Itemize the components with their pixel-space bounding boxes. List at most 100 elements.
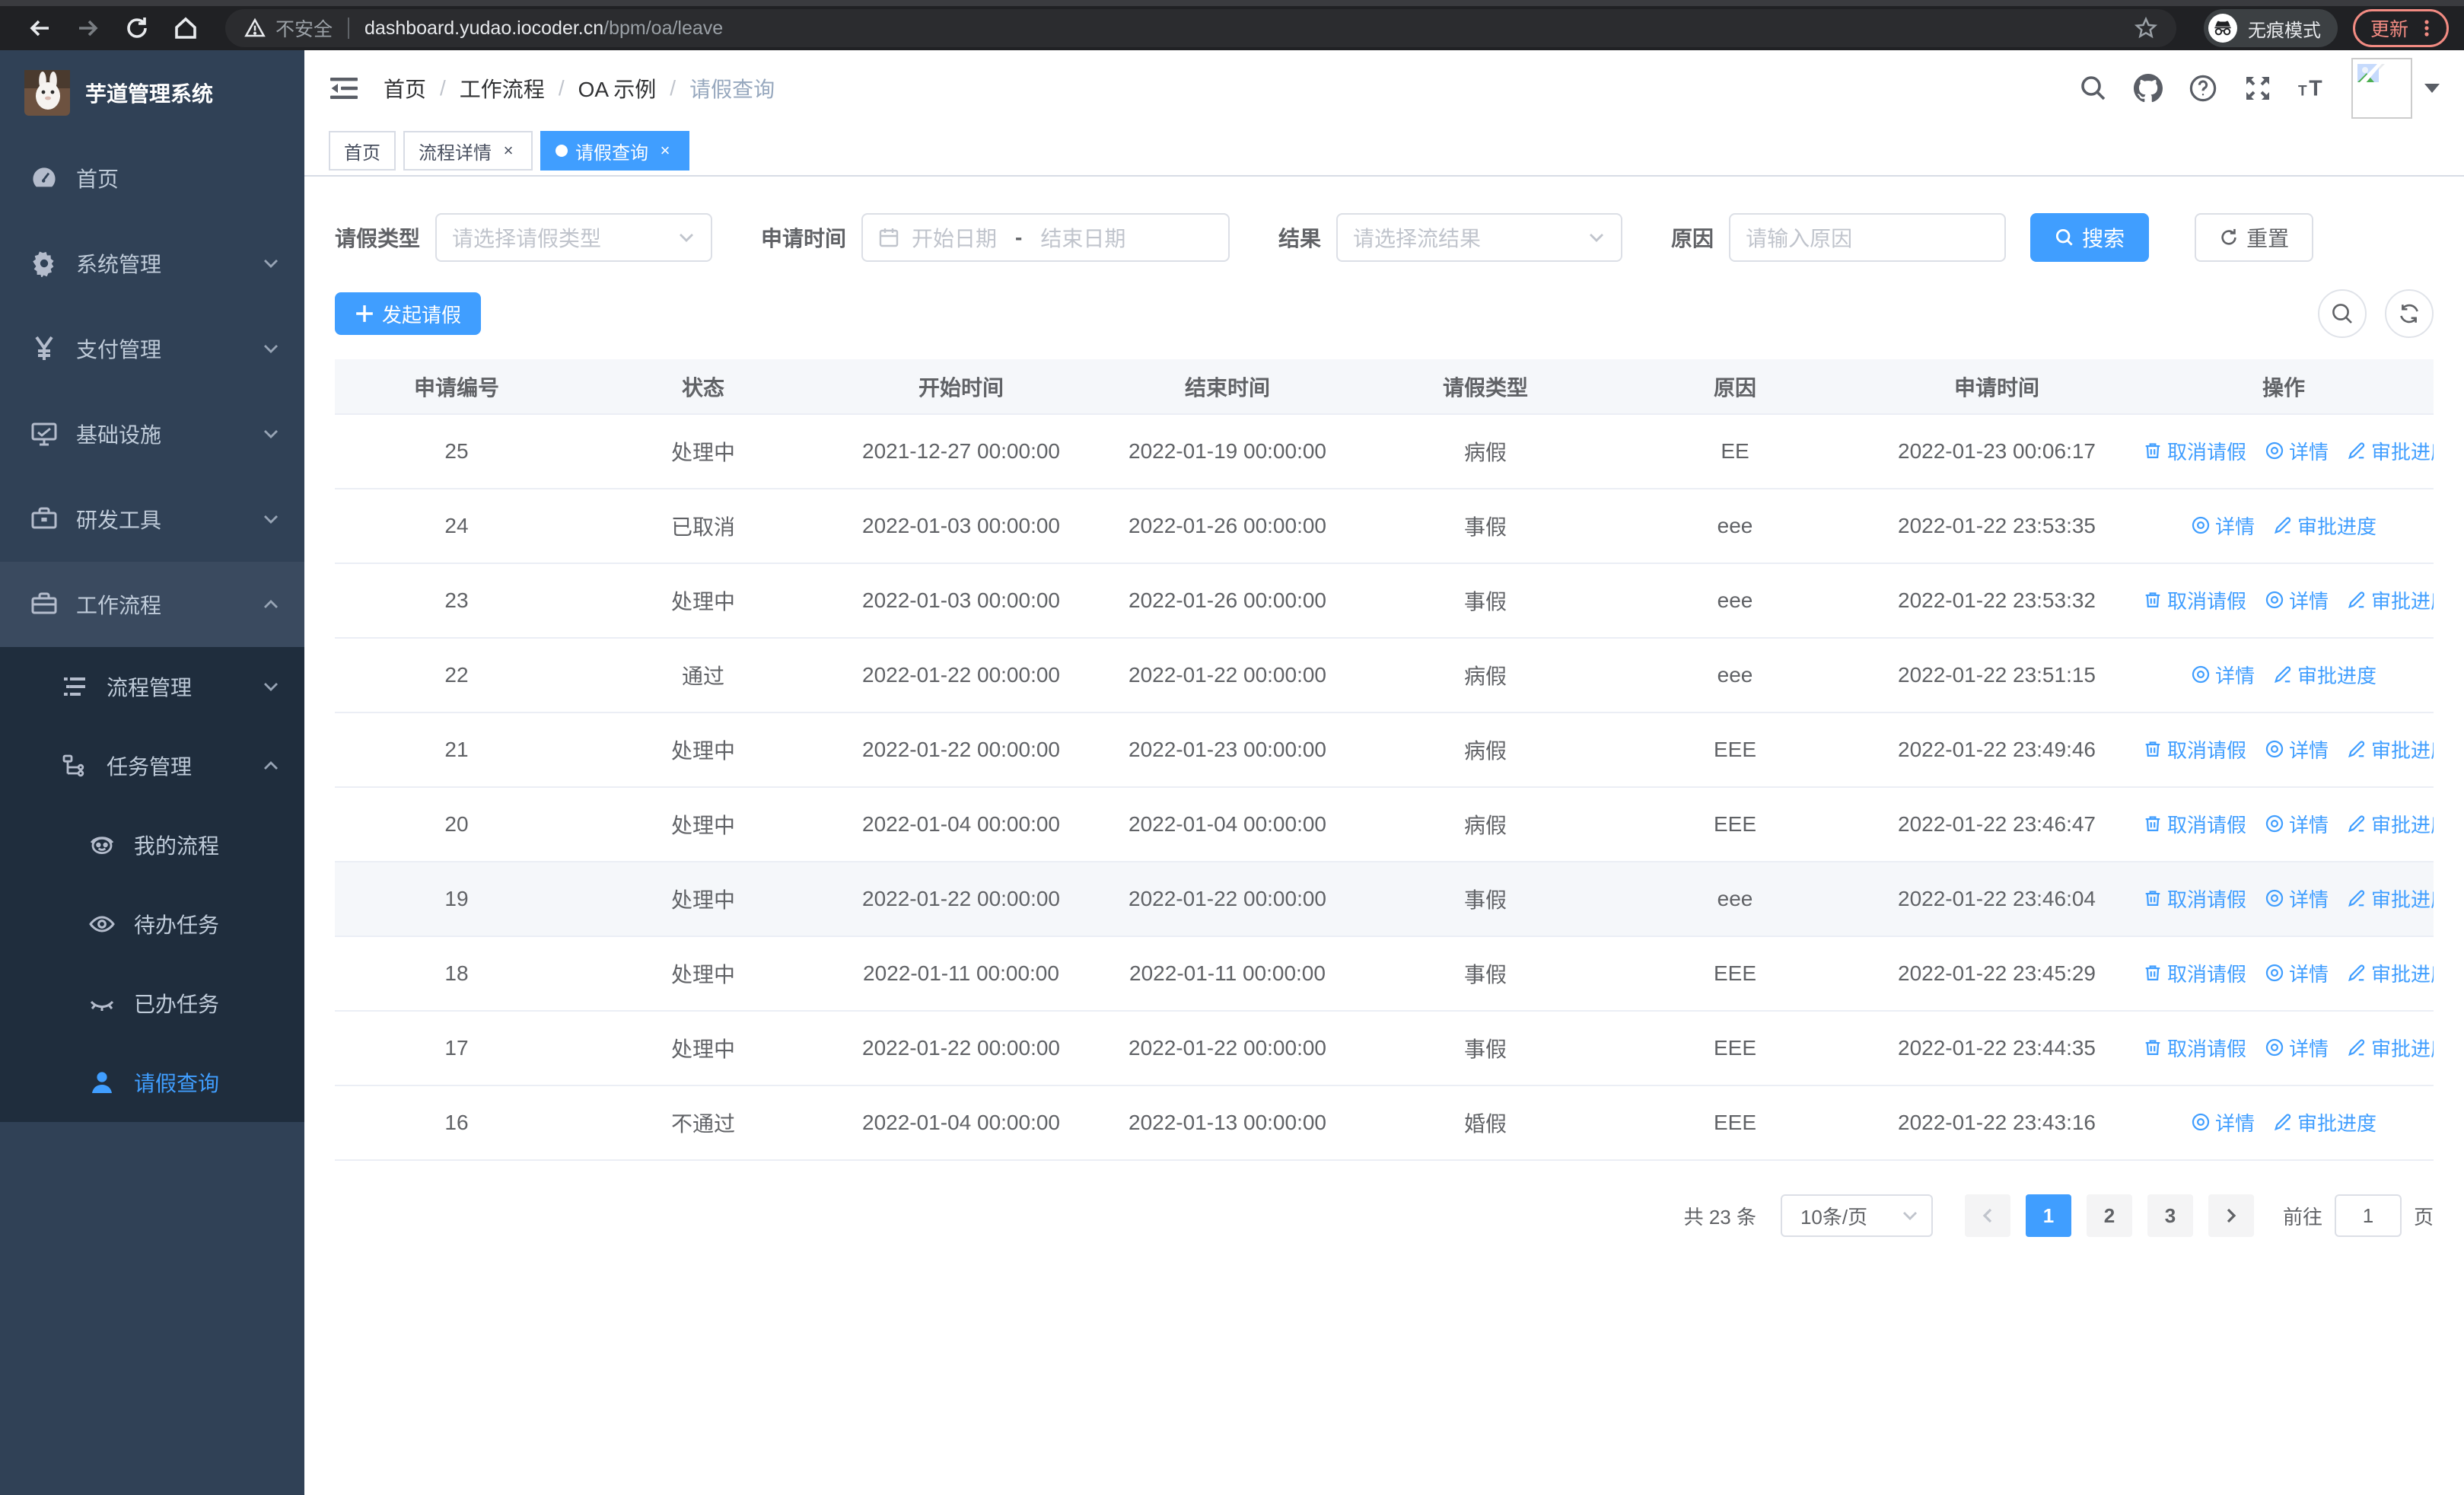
page-button-2[interactable]: 2: [2086, 1194, 2132, 1237]
github-icon[interactable]: [2134, 74, 2163, 103]
goto-page-input[interactable]: 1: [2334, 1194, 2402, 1237]
sidebar-item-process-mgmt[interactable]: 流程管理: [0, 647, 304, 726]
sidebar-item-devtools[interactable]: 研发工具: [0, 477, 304, 562]
sidebar-item-todo-tasks[interactable]: 待办任务: [0, 885, 304, 964]
tab-close-icon[interactable]: ×: [499, 141, 517, 161]
cancel-leave-link[interactable]: 取消请假: [2143, 885, 2246, 913]
page-size-select[interactable]: 10条/页: [1780, 1194, 1933, 1237]
apply-time-range-picker[interactable]: 开始日期 - 结束日期: [861, 213, 1230, 262]
cell-end-time: 2022-01-11 00:00:00: [1094, 936, 1361, 1012]
detail-link[interactable]: 详情: [2265, 1034, 2329, 1062]
toggle-search-button[interactable]: [2318, 289, 2367, 338]
sidebar-item-task-mgmt[interactable]: 任务管理: [0, 726, 304, 805]
eye-closed-icon: [88, 990, 116, 1017]
back-icon[interactable]: [26, 14, 53, 42]
next-page-button[interactable]: [2208, 1194, 2254, 1237]
monitor-icon: [30, 420, 58, 448]
sidebar-item-label: 请假查询: [134, 1072, 220, 1095]
leave-type-select[interactable]: 请选择请假类型: [435, 213, 713, 262]
approval-progress-link[interactable]: 审批进度: [2347, 810, 2434, 838]
avatar-caret-icon[interactable]: [2424, 84, 2440, 93]
detail-link[interactable]: 详情: [2265, 959, 2329, 987]
cancel-leave-link[interactable]: 取消请假: [2143, 1034, 2246, 1062]
sidebar-item-payment[interactable]: 支付管理: [0, 306, 304, 391]
cell-start-time: 2022-01-22 00:00:00: [828, 638, 1094, 713]
create-leave-button[interactable]: 发起请假: [335, 292, 482, 335]
reload-icon[interactable]: [123, 14, 151, 42]
approval-progress-link[interactable]: 审批进度: [2347, 437, 2434, 465]
tab-process-detail[interactable]: 流程详情 ×: [403, 131, 533, 171]
sidebar-item-my-process[interactable]: 我的流程: [0, 805, 304, 885]
detail-link[interactable]: 详情: [2265, 810, 2329, 838]
forward-icon[interactable]: [75, 14, 102, 42]
reason-input[interactable]: 请输入原因: [1729, 213, 2007, 262]
sidebar-item-leave-query[interactable]: 请假查询: [0, 1043, 304, 1122]
cancel-leave-link[interactable]: 取消请假: [2143, 437, 2246, 465]
approval-progress-link[interactable]: 审批进度: [2347, 735, 2434, 763]
table-row: 21 处理中 2022-01-22 00:00:00 2022-01-23 00:00…: [335, 712, 2434, 788]
detail-link[interactable]: 详情: [2265, 437, 2329, 465]
breadcrumb-workflow[interactable]: 工作流程: [460, 73, 545, 104]
approval-progress-link[interactable]: 审批进度: [2347, 885, 2434, 913]
sidebar-item-home[interactable]: 首页: [0, 135, 304, 221]
tab-leave-query[interactable]: 请假查询 ×: [540, 131, 689, 171]
help-icon[interactable]: [2189, 74, 2217, 103]
address-bar[interactable]: 不安全 dashboard.yudao.iocoder.cn/bpm/oa/le…: [225, 9, 2176, 47]
approval-progress-link[interactable]: 审批进度: [2347, 586, 2434, 614]
cancel-leave-link[interactable]: 取消请假: [2143, 959, 2246, 987]
bookmark-star-icon[interactable]: [2134, 16, 2158, 40]
sidebar-item-done-tasks[interactable]: 已办任务: [0, 964, 304, 1043]
detail-link[interactable]: 详情: [2191, 1108, 2255, 1136]
font-size-icon[interactable]: TT: [2298, 74, 2327, 103]
sidebar-item-infra[interactable]: 基础设施: [0, 391, 304, 477]
insecure-label: 不安全: [275, 19, 333, 40]
column-header: 申请时间: [1860, 359, 2134, 415]
cell-reason: eee: [1610, 638, 1860, 713]
cancel-leave-link[interactable]: 取消请假: [2143, 735, 2246, 763]
tab-close-icon[interactable]: ×: [656, 141, 674, 161]
cell-status: 处理中: [578, 1011, 828, 1086]
approval-progress-link[interactable]: 审批进度: [2273, 1108, 2376, 1136]
sidebar-item-workflow[interactable]: 工作流程: [0, 562, 304, 647]
prev-page-button[interactable]: [1964, 1194, 2010, 1237]
browser-menu-icon[interactable]: [2416, 18, 2437, 39]
cancel-leave-link[interactable]: 取消请假: [2143, 810, 2246, 838]
avatar[interactable]: [2351, 58, 2412, 119]
detail-link[interactable]: 详情: [2265, 586, 2329, 614]
detail-link[interactable]: 详情: [2191, 512, 2255, 540]
detail-link[interactable]: 详情: [2265, 735, 2329, 763]
update-button[interactable]: 更新: [2352, 9, 2449, 47]
cell-apply-time: 2022-01-22 23:53:32: [1860, 563, 2134, 639]
sidebar-item-label: 工作流程: [76, 594, 162, 617]
table-row: 24 已取消 2022-01-03 00:00:00 2022-01-26 00:00…: [335, 489, 2434, 564]
approval-progress-link[interactable]: 审批进度: [2273, 512, 2376, 540]
fullscreen-icon[interactable]: [2243, 74, 2272, 103]
tab-home[interactable]: 首页: [329, 131, 396, 171]
reason-label: 原因: [1671, 227, 1714, 250]
sidebar-item-system[interactable]: 系统管理: [0, 221, 304, 306]
detail-link[interactable]: 详情: [2265, 885, 2329, 913]
search-button[interactable]: 搜索: [2030, 213, 2150, 262]
reset-button[interactable]: 重置: [2195, 213, 2314, 262]
sidebar-collapse-icon[interactable]: [329, 73, 359, 104]
refresh-table-button[interactable]: [2385, 289, 2434, 338]
header-search-icon[interactable]: [2079, 74, 2108, 103]
detail-link[interactable]: 详情: [2191, 661, 2255, 689]
view-icon: [2191, 515, 2211, 535]
approval-progress-link[interactable]: 审批进度: [2347, 959, 2434, 987]
breadcrumb-home[interactable]: 首页: [384, 73, 426, 104]
approval-progress-link[interactable]: 审批进度: [2273, 661, 2376, 689]
home-icon[interactable]: [172, 14, 199, 42]
delete-icon: [2143, 590, 2163, 610]
cancel-leave-link[interactable]: 取消请假: [2143, 586, 2246, 614]
refresh-icon: [2400, 304, 2418, 324]
result-select[interactable]: 请选择流结果: [1336, 213, 1623, 262]
approval-progress-link[interactable]: 审批进度: [2347, 1034, 2434, 1062]
cell-status: 处理中: [578, 712, 828, 788]
page-button-1[interactable]: 1: [2025, 1194, 2071, 1237]
page-button-3[interactable]: 3: [2147, 1194, 2193, 1237]
result-label: 结果: [1278, 227, 1322, 250]
breadcrumb-oa-example[interactable]: OA 示例: [578, 73, 657, 104]
cell-start-time: 2022-01-22 00:00:00: [828, 712, 1094, 788]
cell-apply-time: 2022-01-22 23:51:15: [1860, 638, 2134, 713]
